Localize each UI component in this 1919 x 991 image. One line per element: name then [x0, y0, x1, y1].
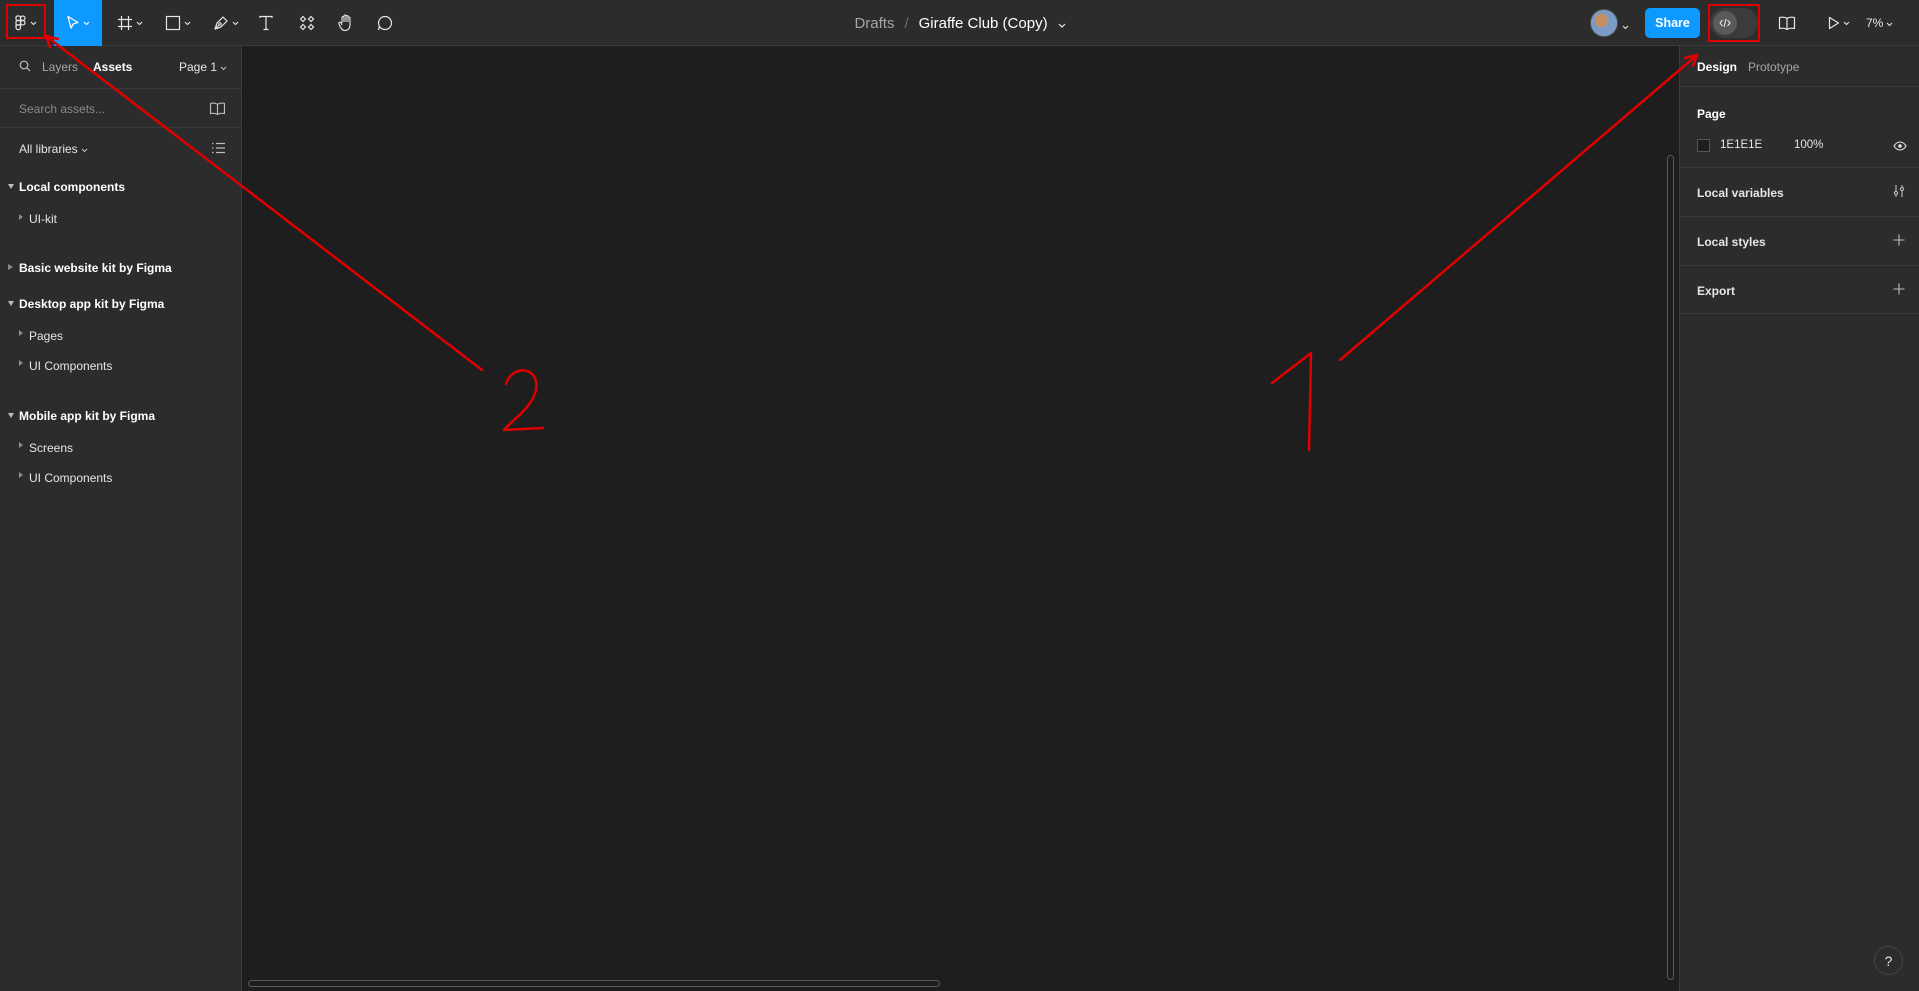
comment-button[interactable] [373, 0, 397, 46]
export-label: Export [1697, 284, 1736, 298]
chevron-down-icon [220, 60, 227, 74]
expand-icon[interactable] [8, 184, 14, 189]
panel-tabs: Layers Assets Page 1 [0, 46, 242, 88]
eye-icon[interactable] [1893, 139, 1907, 154]
page-color-opacity[interactable]: 100% [1794, 139, 1823, 151]
plus-icon[interactable] [1893, 234, 1905, 249]
shape-tool-button[interactable] [160, 0, 196, 46]
right-panel: Design Prototype Page 1E1E1E 100% Local … [1679, 46, 1919, 991]
frame-tool-button[interactable] [112, 0, 148, 46]
page-section-title: Page [1697, 107, 1726, 121]
asset-search: Search assets... [0, 88, 242, 128]
frame-tool-icon [117, 15, 133, 31]
expand-icon[interactable] [8, 301, 14, 306]
chevron-down-icon [1886, 16, 1893, 30]
chevron-down-icon [1843, 21, 1850, 26]
expand-icon[interactable] [19, 472, 23, 478]
zoom-control[interactable]: 7% [1866, 0, 1893, 46]
hand-tool-button[interactable] [334, 0, 358, 46]
list-item[interactable]: UI-kit [29, 212, 57, 226]
local-variables-label[interactable]: Local variables [1697, 186, 1784, 200]
pen-tool-button[interactable] [208, 0, 244, 46]
canvas[interactable] [242, 46, 1679, 991]
library-filter-row: All libraries [0, 128, 242, 168]
chevron-down-icon [81, 142, 88, 156]
library-icon[interactable] [209, 102, 226, 118]
comment-icon [377, 15, 393, 31]
tab-design[interactable]: Design [1697, 60, 1737, 74]
expand-icon[interactable] [8, 264, 13, 270]
group-desktop-app-kit[interactable]: Desktop app kit by Figma [19, 297, 164, 311]
text-tool-icon [258, 15, 274, 31]
chevron-down-icon[interactable] [1058, 15, 1066, 32]
horizontal-scrollbar[interactable] [248, 980, 940, 987]
library-button[interactable] [1775, 0, 1799, 46]
annotation-highlight-box [1708, 4, 1760, 42]
expand-icon[interactable] [19, 442, 23, 448]
resources-icon [299, 15, 315, 31]
page-color-swatch[interactable] [1697, 139, 1710, 152]
move-tool-button[interactable] [54, 0, 102, 46]
page-selector-label: Page 1 [179, 60, 218, 74]
group-mobile-app-kit[interactable]: Mobile app kit by Figma [19, 409, 155, 423]
group-basic-website-kit[interactable]: Basic website kit by Figma [19, 261, 172, 275]
chevron-down-icon [83, 21, 90, 26]
plus-icon[interactable] [1893, 283, 1905, 298]
breadcrumb-drafts[interactable]: Drafts [854, 15, 894, 32]
vertical-scrollbar[interactable] [1667, 155, 1674, 980]
hand-tool-icon [338, 14, 354, 32]
breadcrumb-separator: / [904, 14, 909, 32]
library-icon [1778, 16, 1796, 30]
file-name[interactable]: Giraffe Club (Copy) [919, 15, 1048, 32]
variables-icon[interactable] [1892, 184, 1906, 201]
group-local-components[interactable]: Local components [19, 180, 125, 194]
expand-icon[interactable] [8, 413, 14, 418]
chevron-down-icon [184, 21, 191, 26]
list-item[interactable]: Pages [29, 329, 63, 343]
expand-icon[interactable] [19, 360, 23, 366]
local-variables-section: Local variables [1680, 167, 1919, 216]
shape-tool-icon [165, 15, 181, 31]
list-item[interactable]: UI Components [29, 471, 112, 485]
chevron-down-icon[interactable] [1622, 18, 1629, 33]
tab-prototype[interactable]: Prototype [1748, 60, 1799, 74]
page-section: Page 1E1E1E 100% [1680, 86, 1919, 167]
avatar[interactable] [1590, 9, 1618, 37]
tab-layers[interactable]: Layers [42, 60, 78, 74]
file-breadcrumb: Drafts / Giraffe Club (Copy) [780, 0, 1140, 46]
expand-icon[interactable] [19, 214, 23, 220]
zoom-level: 7% [1866, 16, 1884, 30]
tab-assets[interactable]: Assets [93, 60, 132, 74]
local-styles-label: Local styles [1697, 235, 1766, 249]
page-color-hex[interactable]: 1E1E1E [1720, 139, 1762, 151]
toolbar: Drafts / Giraffe Club (Copy) Share 7% [0, 0, 1919, 46]
left-panel: Layers Assets Page 1 Search assets... Al… [0, 46, 242, 991]
present-icon [1828, 16, 1840, 30]
present-button[interactable] [1822, 0, 1856, 46]
library-filter[interactable]: All libraries [19, 142, 88, 156]
page-selector[interactable]: Page 1 [179, 60, 227, 74]
chevron-down-icon [232, 21, 239, 26]
resources-button[interactable] [295, 0, 319, 46]
search-icon[interactable] [19, 60, 31, 75]
list-item[interactable]: UI Components [29, 359, 112, 373]
pen-tool-icon [213, 15, 229, 31]
annotation-highlight-box [6, 4, 46, 39]
move-tool-icon [66, 15, 80, 31]
list-view-icon[interactable] [212, 142, 225, 157]
local-styles-section: Local styles [1680, 216, 1919, 265]
library-filter-label: All libraries [19, 142, 78, 156]
export-section: Export [1680, 265, 1919, 314]
list-item[interactable]: Screens [29, 441, 73, 455]
help-button[interactable]: ? [1874, 946, 1903, 975]
expand-icon[interactable] [19, 330, 23, 336]
text-tool-button[interactable] [254, 0, 278, 46]
chevron-down-icon [136, 21, 143, 26]
share-button[interactable]: Share [1645, 8, 1700, 38]
search-input[interactable]: Search assets... [19, 102, 105, 116]
